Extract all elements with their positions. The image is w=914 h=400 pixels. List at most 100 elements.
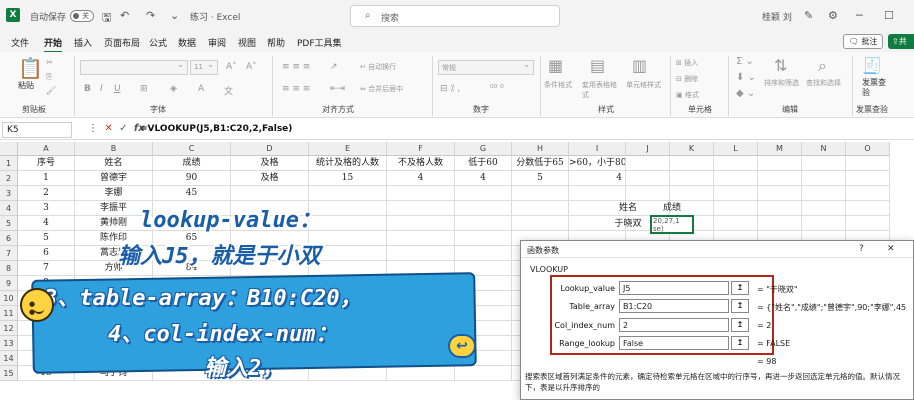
- align-top-icon[interactable]: ≡ ≡ ≡: [282, 62, 310, 72]
- font-color-icon[interactable]: A: [198, 84, 204, 94]
- undo-icon[interactable]: ↶: [120, 9, 129, 22]
- row-header-6[interactable]: 6: [0, 231, 18, 246]
- cell-G2[interactable]: 4: [455, 171, 512, 186]
- paste-icon[interactable]: 📋: [18, 56, 43, 80]
- row-header-2[interactable]: 2: [0, 171, 18, 186]
- find-select-icon[interactable]: ⌕: [818, 56, 827, 76]
- shrink-font-icon[interactable]: A˅: [246, 62, 257, 72]
- column-header-H[interactable]: H: [512, 142, 569, 156]
- cell-E3[interactable]: [309, 186, 387, 201]
- cell-I1[interactable]: >60，小于80: [569, 156, 626, 171]
- row-header-7[interactable]: 7: [0, 246, 18, 261]
- collapse-lookup-value-button[interactable]: ↥: [731, 281, 749, 295]
- tab-formulas[interactable]: 公式: [149, 36, 167, 49]
- delete-cells-button[interactable]: ⊟ 删除: [676, 74, 698, 84]
- copy-icon[interactable]: ⎘: [46, 72, 52, 82]
- cell-A6[interactable]: 5: [18, 231, 75, 246]
- cell-A4[interactable]: 3: [18, 201, 75, 216]
- number-format-select[interactable]: 常规: [438, 60, 534, 75]
- cell-G1[interactable]: 低于60: [455, 156, 512, 171]
- find-select-button[interactable]: 查找和选择: [806, 78, 841, 88]
- cell-N4[interactable]: [802, 201, 846, 216]
- cell-L3[interactable]: [714, 186, 758, 201]
- customize-qat-icon[interactable]: ⌄: [170, 9, 179, 22]
- col-index-num-input[interactable]: 2: [619, 318, 729, 332]
- cancel-icon[interactable]: ✕: [104, 123, 112, 134]
- share-button[interactable]: ⇪共: [888, 34, 914, 49]
- tab-insert[interactable]: 插入: [74, 36, 92, 49]
- sort-filter-button[interactable]: 排序和筛选: [764, 78, 799, 88]
- cell-G3[interactable]: [455, 186, 512, 201]
- cell-L4[interactable]: [714, 201, 758, 216]
- cell-K3[interactable]: [670, 186, 714, 201]
- autosave-toggle[interactable]: 关: [70, 10, 94, 22]
- tab-help[interactable]: 帮助: [267, 36, 285, 49]
- formula-input[interactable]: =VLOOKUP(J5,B1:C20,2,False): [140, 124, 292, 134]
- cell-N5[interactable]: [802, 216, 846, 231]
- range-lookup-input[interactable]: False: [619, 336, 729, 350]
- cell-A3[interactable]: 2: [18, 186, 75, 201]
- tab-view[interactable]: 视图: [238, 36, 256, 49]
- fill-icon[interactable]: ⬇ ⌄: [736, 72, 756, 83]
- cell-J1[interactable]: [626, 156, 670, 171]
- tab-home[interactable]: 开始: [44, 36, 63, 53]
- lookup-value-input[interactable]: J5: [619, 281, 729, 295]
- cell-L5[interactable]: [714, 216, 758, 231]
- column-header-C[interactable]: C: [153, 142, 231, 156]
- cell-K2[interactable]: [670, 171, 714, 186]
- cell-A5[interactable]: 4: [18, 216, 75, 231]
- column-header-D[interactable]: D: [231, 142, 309, 156]
- cell-O4[interactable]: [846, 201, 890, 216]
- cell-G4[interactable]: [455, 201, 512, 216]
- cell-F15[interactable]: [387, 366, 455, 381]
- row-header-11[interactable]: 11: [0, 306, 18, 321]
- cell-F1[interactable]: 不及格人数: [387, 156, 455, 171]
- sort-filter-icon[interactable]: ⇅: [774, 56, 787, 75]
- format-painter-icon[interactable]: 🖌: [46, 86, 56, 95]
- row-header-13[interactable]: 13: [0, 336, 18, 351]
- cell-A2[interactable]: 1: [18, 171, 75, 186]
- cell-C2[interactable]: 90: [153, 171, 231, 186]
- table-format-icon[interactable]: ▤: [590, 56, 605, 75]
- tab-pdf-tools[interactable]: PDF工具集: [297, 36, 342, 49]
- cell-O1[interactable]: [846, 156, 890, 171]
- cell-M2[interactable]: [758, 171, 802, 186]
- cell-G5[interactable]: [455, 216, 512, 231]
- column-header-K[interactable]: K: [670, 142, 714, 156]
- maximize-icon[interactable]: ☐: [884, 9, 894, 22]
- minimize-icon[interactable]: ─: [856, 9, 863, 22]
- tab-file[interactable]: 文件: [11, 36, 29, 49]
- border-icon[interactable]: ⊞: [140, 84, 148, 94]
- cell-F6[interactable]: [387, 231, 455, 246]
- table-format-button[interactable]: 套用表格格式: [582, 80, 622, 100]
- decimal-icon[interactable]: ⁰⁰ ⁰: [490, 84, 504, 94]
- cell-F5[interactable]: [387, 216, 455, 231]
- row-header-4[interactable]: 4: [0, 201, 18, 216]
- font-size-select[interactable]: 11: [190, 60, 218, 75]
- cell-H5[interactable]: [512, 216, 569, 231]
- cell-M1[interactable]: [758, 156, 802, 171]
- cell-F7[interactable]: [387, 246, 455, 261]
- cell-D2[interactable]: 及格: [231, 171, 309, 186]
- cell-N2[interactable]: [802, 171, 846, 186]
- underline-icon[interactable]: U: [114, 84, 121, 94]
- cell-H4[interactable]: [512, 201, 569, 216]
- cell-A7[interactable]: 6: [18, 246, 75, 261]
- cell-E2[interactable]: 15: [309, 171, 387, 186]
- cell-F4[interactable]: [387, 201, 455, 216]
- cell-O5[interactable]: [846, 216, 890, 231]
- conditional-format-icon[interactable]: ▦: [548, 56, 563, 75]
- cell-style-icon[interactable]: ▥: [632, 56, 647, 75]
- cell-L1[interactable]: [714, 156, 758, 171]
- cell-G6[interactable]: [455, 231, 512, 246]
- collapse-col-index-num-button[interactable]: ↥: [731, 318, 749, 332]
- collapse-range-lookup-button[interactable]: ↥: [731, 336, 749, 350]
- cell-K5-selected[interactable]: 20,27,1 se): [650, 215, 694, 234]
- column-header-N[interactable]: N: [802, 142, 846, 156]
- cell-C1[interactable]: 成绩: [153, 156, 231, 171]
- cell-A8[interactable]: 7: [18, 261, 75, 276]
- cell-B2[interactable]: 曾德宇: [75, 171, 153, 186]
- cell-F2[interactable]: 4: [387, 171, 455, 186]
- cell-N3[interactable]: [802, 186, 846, 201]
- pen-icon[interactable]: ✎: [804, 9, 813, 22]
